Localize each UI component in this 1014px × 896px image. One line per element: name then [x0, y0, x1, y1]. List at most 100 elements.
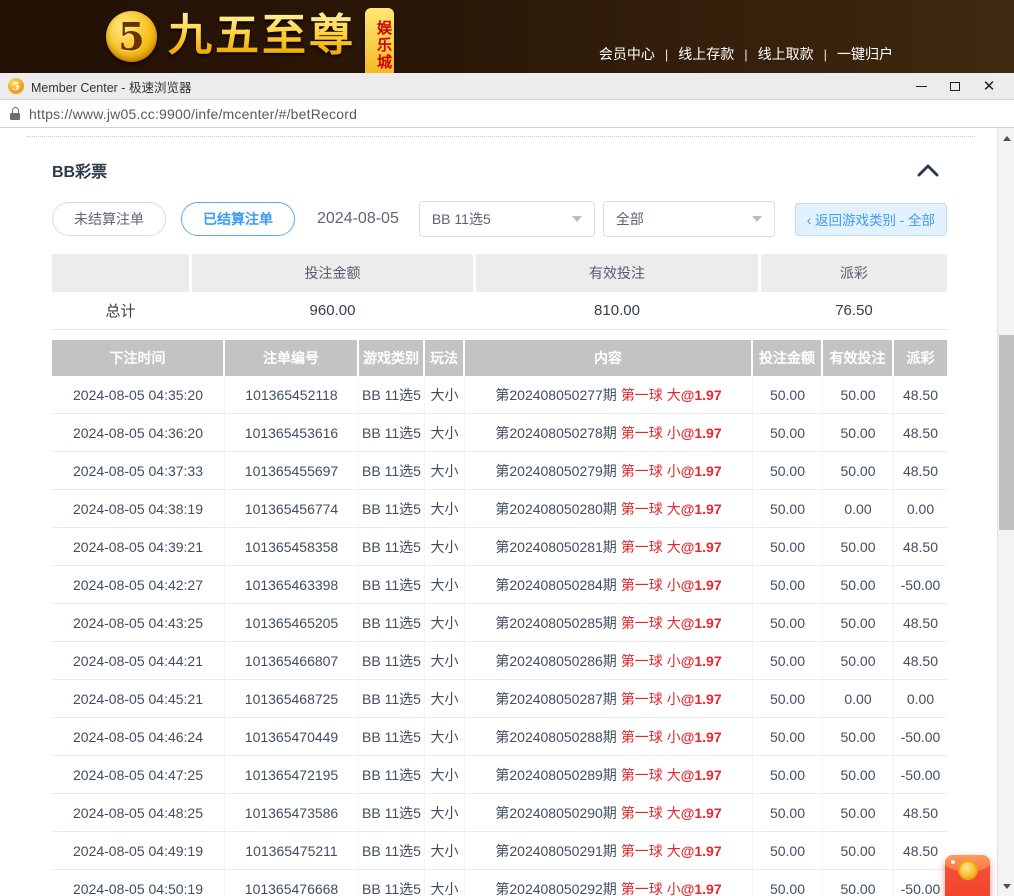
bet-content-cell: 第202408050286期 第一球 小@1.97	[465, 642, 753, 679]
filter-row: 未结算注单 已结算注单 2024-08-05 BB 11选5 全部 ‹ 返回游戏…	[52, 201, 947, 237]
payout-cell: 48.50	[894, 528, 947, 565]
payout-cell: 0.00	[894, 490, 947, 527]
scope-select-value: 全部	[616, 209, 644, 229]
chevron-down-icon	[752, 216, 762, 222]
bet-id-cell: 101365468725	[225, 680, 359, 717]
valid-bet-cell: 50.00	[823, 566, 894, 603]
summary-valid-bet: 810.00	[476, 292, 761, 330]
nav-separator: |	[665, 47, 668, 62]
bet-id-cell: 101365476668	[225, 870, 359, 896]
table-row: 2024-08-05 04:36:20 101365453616 BB 11选5…	[52, 414, 947, 452]
col-content: 内容	[465, 340, 753, 376]
table-row: 2024-08-05 04:35:20 101365452118 BB 11选5…	[52, 376, 947, 414]
page-title: BB彩票	[52, 158, 107, 182]
nav-online-deposit[interactable]: 线上存款	[678, 44, 734, 64]
back-to-category-button[interactable]: ‹ 返回游戏类别 - 全部	[795, 203, 947, 236]
valid-bet-cell: 0.00	[823, 490, 894, 527]
minimize-button[interactable]	[904, 74, 938, 98]
favicon-glyph: 5	[12, 80, 20, 93]
brand-title: 九五至尊	[168, 12, 356, 60]
nav-one-key-transfer[interactable]: 一键归户	[837, 44, 893, 64]
browser-window: 5 九五至尊 娱乐城 会员中心 | 线上存款 | 线上取款 | 一键归户 5 M…	[0, 0, 1014, 896]
bet-id-cell: 101365453616	[225, 414, 359, 451]
play-type-cell: 大小	[425, 528, 465, 565]
period-text: 第202408050281期	[495, 537, 616, 557]
settled-bets-button[interactable]: 已结算注单	[181, 202, 295, 236]
col-play-type: 玩法	[425, 340, 465, 376]
bet-id-cell: 101365470449	[225, 718, 359, 755]
bet-amount-cell: 50.00	[753, 870, 823, 896]
play-type-cell: 大小	[425, 566, 465, 603]
period-text: 第202408050289期	[495, 765, 616, 785]
logo-glyph: 5	[118, 18, 144, 56]
bet-record-table: 下注时间 注单编号 游戏类别 玩法 内容 投注金额 有效投注 派彩 2024-0…	[52, 340, 947, 896]
nav-member-center[interactable]: 会员中心	[599, 44, 655, 64]
bet-time-cell: 2024-08-05 04:49:19	[52, 832, 225, 869]
summary-table: 投注金额 有效投注 派彩 总计 960.00 810.00 76.50	[52, 254, 947, 330]
game-category-cell: BB 11选5	[359, 718, 425, 755]
play-type-cell: 大小	[425, 414, 465, 451]
valid-bet-cell: 50.00	[823, 832, 894, 869]
pick-text: 第一球 大@1.97	[621, 385, 722, 405]
bet-content-cell: 第202408050279期 第一球 小@1.97	[465, 452, 753, 489]
play-type-cell: 大小	[425, 794, 465, 831]
scrollbar-thumb[interactable]	[999, 335, 1014, 530]
summary-header-valid-bet: 有效投注	[476, 254, 761, 292]
bet-amount-cell: 50.00	[753, 566, 823, 603]
bet-content-cell: 第202408050289期 第一球 大@1.97	[465, 756, 753, 793]
bet-content-cell: 第202408050290期 第一球 大@1.97	[465, 794, 753, 831]
vertical-scrollbar[interactable]	[997, 128, 1014, 896]
table-row: 2024-08-05 04:45:21 101365468725 BB 11选5…	[52, 680, 947, 718]
table-row: 2024-08-05 04:38:19 101365456774 BB 11选5…	[52, 490, 947, 528]
col-bet-amount: 投注金额	[753, 340, 823, 376]
pick-text: 第一球 大@1.97	[621, 499, 722, 519]
game-category-cell: BB 11选5	[359, 756, 425, 793]
chevron-down-icon	[572, 216, 582, 222]
site-banner: 5 九五至尊 娱乐城 会员中心 | 线上存款 | 线上取款 | 一键归户	[0, 0, 1014, 73]
payout-cell: -50.00	[894, 870, 947, 896]
game-category-cell: BB 11选5	[359, 680, 425, 717]
bet-amount-cell: 50.00	[753, 756, 823, 793]
valid-bet-cell: 50.00	[823, 604, 894, 641]
play-type-cell: 大小	[425, 832, 465, 869]
pick-text: 第一球 小@1.97	[621, 651, 722, 671]
bet-time-cell: 2024-08-05 04:35:20	[52, 376, 225, 413]
bet-content-cell: 第202408050288期 第一球 小@1.97	[465, 718, 753, 755]
game-select[interactable]: BB 11选5	[419, 201, 595, 237]
nav-online-withdraw[interactable]: 线上取款	[758, 44, 814, 64]
close-button[interactable]: ✕	[972, 74, 1006, 98]
play-type-cell: 大小	[425, 490, 465, 527]
scroll-up-arrow-icon[interactable]	[998, 130, 1014, 146]
summary-header-empty	[52, 254, 192, 292]
red-envelope-icon[interactable]	[945, 855, 990, 896]
favicon-icon: 5	[8, 78, 24, 94]
browser-titlebar: 5 Member Center - 极速浏览器 ✕	[0, 73, 1014, 100]
scope-select[interactable]: 全部	[603, 201, 775, 237]
bet-content-cell: 第202408050278期 第一球 小@1.97	[465, 414, 753, 451]
bet-time-cell: 2024-08-05 04:39:21	[52, 528, 225, 565]
period-text: 第202408050279期	[495, 461, 616, 481]
play-type-cell: 大小	[425, 870, 465, 896]
bet-time-cell: 2024-08-05 04:47:25	[52, 756, 225, 793]
payout-cell: 48.50	[894, 604, 947, 641]
lock-icon	[10, 107, 20, 120]
pick-text: 第一球 大@1.97	[621, 613, 722, 633]
collapse-chevron-up-icon[interactable]	[917, 164, 939, 177]
col-game-category: 游戏类别	[359, 340, 425, 376]
bet-id-cell: 101365465205	[225, 604, 359, 641]
scroll-down-arrow-icon[interactable]	[998, 878, 1014, 894]
play-type-cell: 大小	[425, 376, 465, 413]
period-text: 第202408050287期	[495, 689, 616, 709]
valid-bet-cell: 50.00	[823, 718, 894, 755]
unsettled-bets-button[interactable]: 未结算注单	[52, 202, 166, 236]
play-type-cell: 大小	[425, 756, 465, 793]
url-text[interactable]: https://www.jw05.cc:9900/infe/mcenter/#/…	[29, 106, 357, 122]
game-category-cell: BB 11选5	[359, 794, 425, 831]
bet-time-cell: 2024-08-05 04:46:24	[52, 718, 225, 755]
play-type-cell: 大小	[425, 642, 465, 679]
game-category-cell: BB 11选5	[359, 414, 425, 451]
url-bar[interactable]: https://www.jw05.cc:9900/infe/mcenter/#/…	[0, 100, 1014, 128]
valid-bet-cell: 50.00	[823, 452, 894, 489]
brand-badge-label: 娱乐城	[373, 20, 394, 71]
maximize-button[interactable]	[938, 74, 972, 98]
